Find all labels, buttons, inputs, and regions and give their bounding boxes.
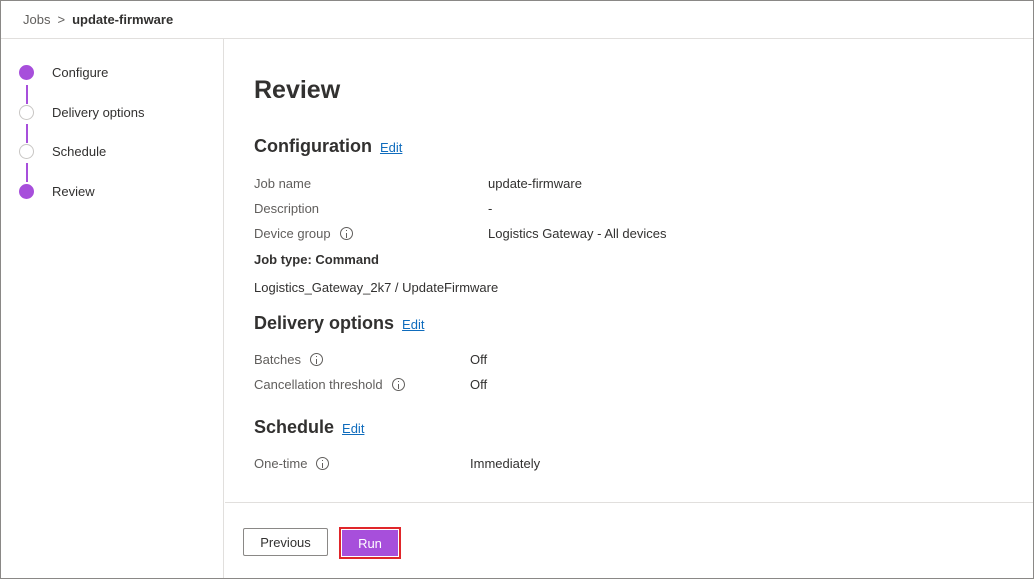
previous-button[interactable]: Previous — [243, 528, 328, 556]
section-heading: Configuration — [254, 136, 372, 156]
chevron-right-icon: > — [57, 12, 66, 27]
breadcrumb-jobs-link[interactable]: Jobs — [23, 12, 50, 27]
job-name-value: update-firmware — [488, 176, 582, 191]
cancellation-threshold-label: Cancellation threshold — [254, 377, 383, 392]
job-type: Job type: Command — [254, 252, 379, 267]
run-button[interactable]: Run — [341, 529, 399, 557]
step-schedule[interactable]: Schedule — [19, 144, 106, 159]
section-heading: Schedule — [254, 417, 335, 437]
cancellation-threshold-row: Cancellation threshold — [254, 377, 405, 392]
one-time-label: One-time — [254, 456, 308, 471]
batches-label: Batches — [254, 352, 301, 367]
job-name-label: Job name — [254, 176, 312, 191]
review-panel: Review Configuration Edit Job name updat… — [225, 39, 1033, 502]
section-heading: Delivery options — [254, 313, 395, 333]
one-time-value: Immediately — [470, 456, 541, 471]
one-time-row: One-time — [254, 456, 330, 471]
step-complete-icon — [19, 65, 34, 80]
description-value: - — [488, 201, 493, 216]
breadcrumb: Jobs > update-firmware — [1, 1, 1033, 39]
step-label: Review — [52, 184, 95, 199]
device-group-row: Device group — [254, 226, 353, 241]
step-label: Configure — [52, 65, 109, 80]
info-icon[interactable] — [309, 353, 323, 366]
edit-configuration-link[interactable]: Edit — [380, 140, 402, 155]
wizard-steps-sidebar: Configure Delivery options Schedule Revi… — [1, 39, 224, 578]
step-label: Schedule — [52, 144, 107, 159]
step-configure[interactable]: Configure — [19, 65, 108, 80]
breadcrumb-current: update-firmware — [72, 12, 174, 27]
step-connector — [26, 163, 28, 182]
info-icon[interactable] — [339, 227, 353, 240]
step-pending-icon — [19, 105, 34, 120]
step-delivery-options[interactable]: Delivery options — [19, 105, 145, 120]
delivery-section-title: Delivery options Edit — [254, 313, 424, 334]
edit-schedule-link[interactable]: Edit — [342, 421, 364, 436]
step-current-icon — [19, 184, 34, 199]
device-group-label: Device group — [254, 226, 331, 241]
cancellation-threshold-value: Off — [470, 377, 488, 392]
step-label: Delivery options — [52, 105, 145, 120]
step-connector — [26, 85, 28, 104]
description-label: Description — [254, 201, 320, 216]
batches-row: Batches — [254, 352, 323, 367]
command-name: Logistics_Gateway_2k7 / UpdateFirmware — [254, 280, 499, 295]
run-button-highlight: Run — [339, 527, 401, 559]
configuration-section-title: Configuration Edit — [254, 136, 402, 157]
info-icon[interactable] — [316, 457, 330, 470]
device-group-value: Logistics Gateway - All devices — [488, 226, 667, 241]
step-connector — [26, 124, 28, 143]
wizard-footer: Previous Run — [225, 502, 1033, 578]
window-frame: Jobs > update-firmware Configure Deliver… — [0, 0, 1034, 579]
step-pending-icon — [19, 144, 34, 159]
edit-delivery-link[interactable]: Edit — [402, 317, 424, 332]
schedule-section-title: Schedule Edit — [254, 417, 364, 438]
info-icon[interactable] — [391, 378, 405, 391]
batches-value: Off — [470, 352, 488, 367]
step-review[interactable]: Review — [19, 184, 95, 199]
page-title: Review — [254, 76, 341, 104]
